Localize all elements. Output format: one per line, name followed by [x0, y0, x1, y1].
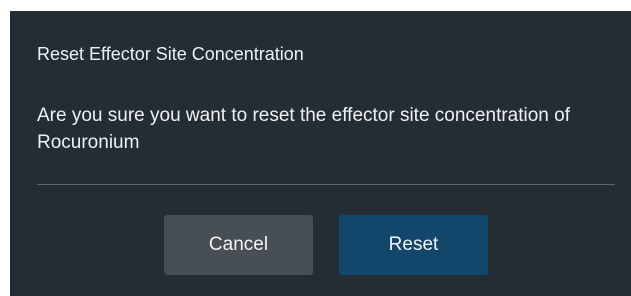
cancel-button[interactable]: Cancel [164, 215, 313, 275]
dialog-title: Reset Effector Site Concentration [37, 44, 304, 64]
dialog-divider [37, 184, 615, 185]
cancel-button-label: Cancel [208, 234, 269, 255]
dialog-message: Are you sure you want to reset the effec… [37, 105, 571, 153]
reset-button-label: Reset [388, 234, 439, 255]
reset-button[interactable]: Reset [339, 215, 488, 275]
reset-dialog: Reset Effector Site Concentration Are yo… [10, 11, 631, 296]
